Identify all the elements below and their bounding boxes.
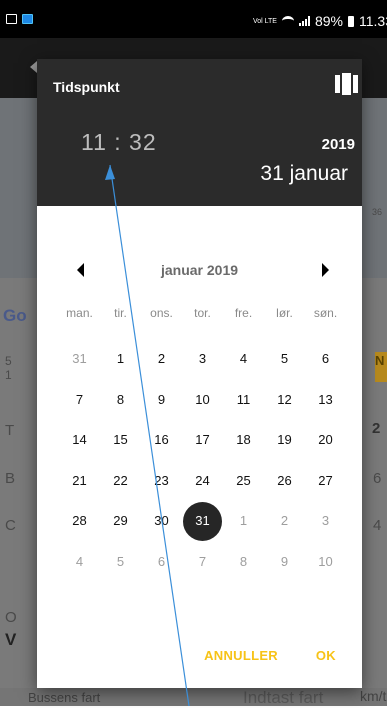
annotation-arrow — [105, 164, 190, 706]
